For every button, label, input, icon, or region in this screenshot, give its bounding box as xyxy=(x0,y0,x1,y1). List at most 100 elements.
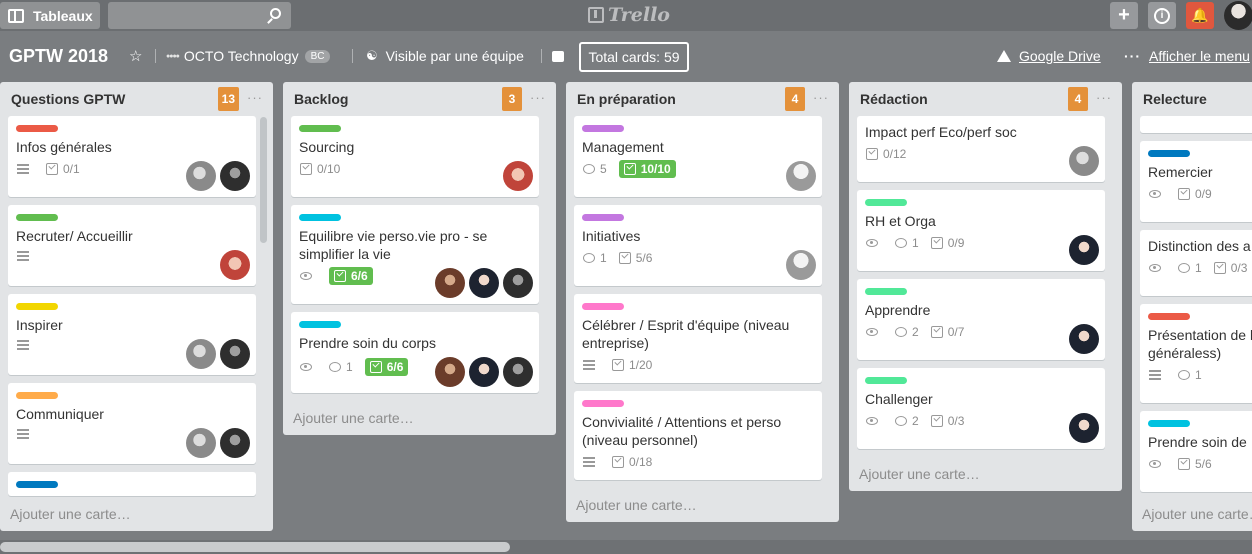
member-avatar[interactable] xyxy=(469,268,499,298)
list-title[interactable]: Rédaction xyxy=(860,91,928,107)
info-button[interactable]: i xyxy=(1148,2,1176,29)
description-icon xyxy=(583,457,595,467)
add-card-button[interactable]: Ajouter une carte… xyxy=(859,466,980,482)
list-menu-icon[interactable]: ··· xyxy=(813,90,829,105)
card-badges: 0/12 xyxy=(866,147,918,161)
google-drive-button[interactable]: Google Drive xyxy=(997,31,1101,81)
star-icon[interactable]: ☆ xyxy=(129,31,142,81)
list-menu-icon[interactable]: ··· xyxy=(247,90,263,105)
member-avatar[interactable] xyxy=(469,357,499,387)
card-inspirer[interactable]: Inspirer xyxy=(8,294,256,375)
card-remercier[interactable]: Remercier 0/9 xyxy=(1140,141,1252,222)
card-partial[interactable] xyxy=(8,472,256,496)
user-avatar[interactable] xyxy=(1224,1,1252,30)
list-title[interactable]: Questions GPTW xyxy=(11,91,125,107)
card-prendre-soin[interactable]: Prendre soin de 5/6 xyxy=(1140,411,1252,492)
add-card-button[interactable]: Ajouter une carte… xyxy=(10,506,131,522)
description-icon xyxy=(1149,370,1161,380)
trello-logo[interactable]: Trello xyxy=(588,4,670,26)
checklist-icon xyxy=(623,163,636,175)
card-title: Remercier xyxy=(1148,164,1213,180)
member-avatar[interactable] xyxy=(220,339,250,369)
member-avatar[interactable] xyxy=(786,161,816,191)
card-prendre-soin-du-corps[interactable]: Prendre soin du corps 1 6/6 xyxy=(291,312,539,393)
list-en-preparation[interactable]: En préparation 4 ··· Management 5 10/10 … xyxy=(566,82,839,522)
visibility-button[interactable]: ☯ Visible par une équipe xyxy=(366,31,524,81)
info-icon: i xyxy=(1154,7,1170,24)
card-label xyxy=(582,400,624,407)
add-card-button[interactable]: Ajouter une carte… xyxy=(576,497,697,513)
card-distinction[interactable]: Distinction des a 1 0/3 xyxy=(1140,230,1252,296)
member-avatar[interactable] xyxy=(503,161,533,191)
member-avatar[interactable] xyxy=(786,250,816,280)
add-card-button[interactable]: Ajouter une carte… xyxy=(1142,506,1252,522)
member-avatar[interactable] xyxy=(220,161,250,191)
checklist-icon xyxy=(930,237,943,249)
member-avatar[interactable] xyxy=(186,428,216,458)
checklist-badge: 0/18 xyxy=(612,455,652,469)
card-celebrer[interactable]: Célébrer / Esprit d'équipe (niveau entre… xyxy=(574,294,822,383)
list-title[interactable]: Backlog xyxy=(294,91,348,107)
card-apprendre[interactable]: Apprendre 2 0/7 xyxy=(857,279,1105,360)
list-relecture[interactable]: Relecture Remercier 0/9 Distinction des … xyxy=(1132,82,1252,531)
description-icon xyxy=(17,429,29,439)
checklist-icon xyxy=(1178,188,1190,200)
member-avatar[interactable] xyxy=(503,268,533,298)
team-button[interactable]: ●●●● OCTO Technology BC xyxy=(166,31,331,81)
card-equilibre-vie[interactable]: Equilibre vie perso.vie pro - se simplif… xyxy=(291,205,539,304)
member-avatar[interactable] xyxy=(435,268,465,298)
checklist-count: 0/10 xyxy=(317,162,341,176)
card-challenger[interactable]: Challenger 2 0/3 xyxy=(857,368,1105,449)
member-avatar[interactable] xyxy=(220,428,250,458)
card-badges xyxy=(17,340,46,350)
member-avatar[interactable] xyxy=(435,357,465,387)
search-input[interactable] xyxy=(108,2,291,29)
card-sourcing[interactable]: Sourcing 0/10 xyxy=(291,116,539,197)
card-presentation[interactable]: Présentation de l généraless) 1 xyxy=(1140,304,1252,403)
card-communiquer[interactable]: Communiquer xyxy=(8,383,256,464)
member-avatar[interactable] xyxy=(186,339,216,369)
show-menu-button[interactable]: ··· Afficher le menu xyxy=(1124,31,1250,81)
add-button[interactable]: + xyxy=(1110,2,1138,29)
list-backlog[interactable]: Backlog 3 ··· Sourcing 0/10 Equilibre vi… xyxy=(283,82,556,435)
card-initiatives[interactable]: Initiatives 1 5/6 xyxy=(574,205,822,286)
search-icon[interactable] xyxy=(270,8,281,19)
member-avatar[interactable] xyxy=(1069,413,1099,443)
checklist-badge: 5/6 xyxy=(618,251,652,265)
card-rh-et-orga[interactable]: RH et Orga 1 0/9 xyxy=(857,190,1105,271)
member-avatar[interactable] xyxy=(186,161,216,191)
calendar-power-up-button[interactable] xyxy=(552,31,564,81)
member-avatar[interactable] xyxy=(503,357,533,387)
card-label xyxy=(1148,313,1190,320)
member-avatar[interactable] xyxy=(1069,146,1099,176)
boards-button[interactable]: Tableaux xyxy=(0,2,100,29)
notifications-button[interactable]: 🔔 xyxy=(1186,2,1214,29)
list-questions-gptw[interactable]: Questions GPTW 13 ··· Infos générales 0/… xyxy=(0,82,273,531)
card-convivialite[interactable]: Convivialité / Attentions et perso (nive… xyxy=(574,391,822,480)
list-redaction[interactable]: Rédaction 4 ··· Impact perf Eco/perf soc… xyxy=(849,82,1122,491)
member-avatar[interactable] xyxy=(1069,235,1099,265)
member-avatar[interactable] xyxy=(220,250,250,280)
watch-badge xyxy=(300,363,317,371)
list-title[interactable]: Relecture xyxy=(1143,91,1207,107)
card-management[interactable]: Management 5 10/10 xyxy=(574,116,822,197)
list-menu-icon[interactable]: ··· xyxy=(1096,90,1112,105)
list-scrollbar[interactable] xyxy=(260,117,267,243)
scrollbar-thumb[interactable] xyxy=(0,542,510,552)
card-label xyxy=(299,214,341,221)
list-menu-icon[interactable]: ··· xyxy=(530,90,546,105)
board-horizontal-scrollbar[interactable] xyxy=(0,540,1252,554)
card-badges: 1 0/3 xyxy=(1149,261,1252,275)
list-title[interactable]: En préparation xyxy=(577,91,676,107)
list-header: Rédaction 4 ··· xyxy=(849,82,1122,116)
card-recruter-accueillir[interactable]: Recruter/ Accueillir xyxy=(8,205,256,286)
board-title[interactable]: GPTW 2018 xyxy=(9,31,108,81)
card-impact-perf[interactable]: Impact perf Eco/perf soc 0/12 xyxy=(857,116,1105,182)
member-avatar[interactable] xyxy=(1069,324,1099,354)
card-partial[interactable] xyxy=(1140,116,1252,133)
card-title: Convivialité / Attentions et perso (nive… xyxy=(582,414,782,448)
card-badges: 0/1 xyxy=(17,162,92,176)
card-infos-generales[interactable]: Infos générales 0/1 xyxy=(8,116,256,197)
add-card-button[interactable]: Ajouter une carte… xyxy=(293,410,414,426)
checklist-icon xyxy=(1178,458,1190,470)
